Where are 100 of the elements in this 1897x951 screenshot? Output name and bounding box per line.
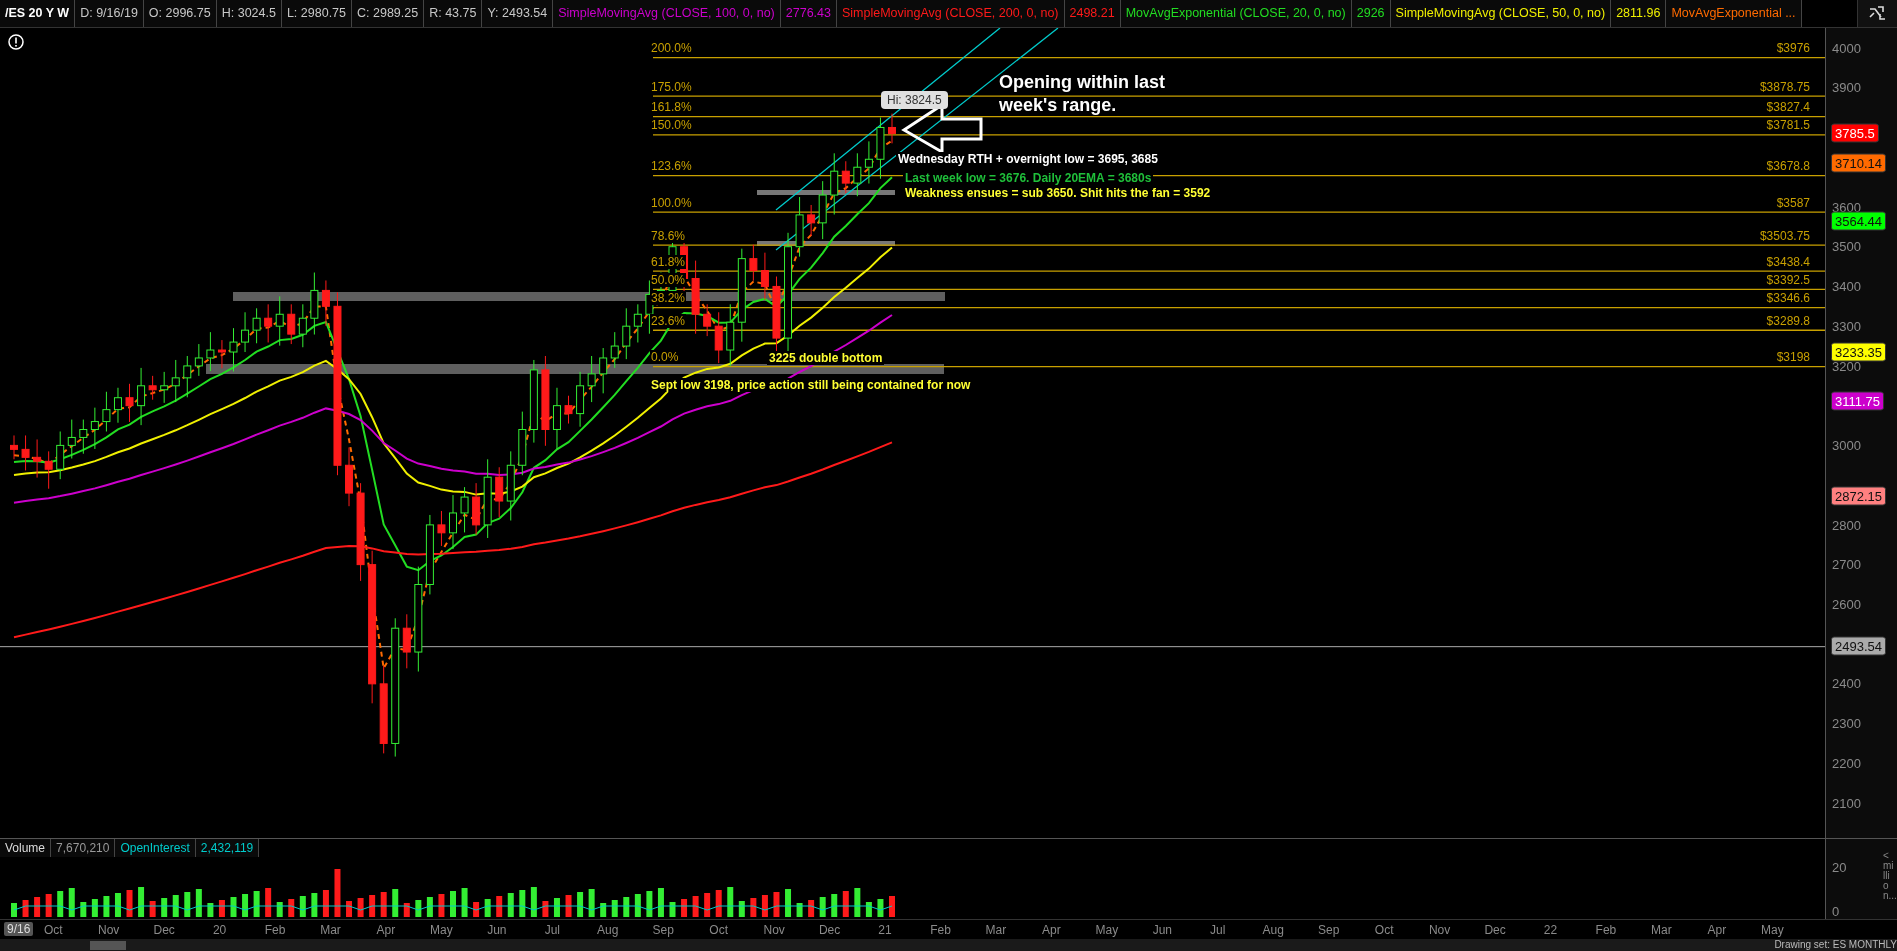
fib-price-label: $3827.4: [1766, 100, 1810, 115]
month-label: Nov: [1428, 922, 1451, 937]
price-tag: 3111.75: [1831, 391, 1885, 411]
volume-bar: [57, 890, 64, 917]
price-tick: 3300: [1832, 318, 1861, 334]
annotation-headline: Opening within last week's range.: [999, 70, 1166, 117]
volume-bar: [519, 889, 526, 917]
collapse-icon[interactable]: [1857, 0, 1897, 27]
symbol-label: /ES 20 Y W: [0, 0, 76, 27]
fib-percent-label: 61.8%: [650, 254, 687, 269]
fib-percent-label: 23.6%: [650, 313, 687, 328]
study-name: SimpleMovingAvg (CLOSE, 50, 0, no): [1390, 0, 1612, 27]
volume-value: 7,670,210: [51, 838, 116, 857]
ohlc-readout: C: 2989.25: [352, 0, 425, 27]
price-tick: 2200: [1832, 755, 1861, 771]
volume-bar: [450, 890, 456, 917]
drawing-set-label: Drawing set: ES MONTHLY: [1774, 938, 1897, 950]
volume-bar: [577, 891, 584, 917]
scroll-thumb[interactable]: [90, 940, 126, 950]
study-name: SimpleMovingAvg (CLOSE, 100, 0, no): [553, 0, 781, 27]
month-label: Sep: [652, 922, 674, 937]
volume-bar: [172, 894, 179, 917]
volume-bar: [461, 887, 468, 917]
volume-bar: [299, 895, 306, 917]
month-label: Oct: [709, 922, 728, 937]
fib-price-label: $3976: [1776, 41, 1810, 56]
high-price-bubble: Hi: 3824.5: [881, 90, 948, 109]
fib-price-label: $3587: [1776, 195, 1810, 210]
volume-bar: [322, 889, 329, 917]
ohlc-readout: O: 2996.75: [143, 0, 217, 27]
month-label: Jun: [1152, 922, 1172, 937]
fib-percent-label: 50.0%: [650, 273, 687, 288]
volume-bar: [288, 898, 295, 917]
volume-bar: [34, 896, 41, 917]
price-tag: 3564.44: [1831, 211, 1886, 231]
volume-bar: [311, 892, 318, 917]
study-value: 2776.43: [780, 0, 837, 27]
volume-bar: [415, 899, 422, 917]
month-label: Jul: [544, 922, 560, 937]
fib-price-label: $3878.75: [1759, 79, 1810, 94]
volume-bar: [218, 899, 225, 917]
volume-bar: [657, 887, 664, 917]
price-tick: 3900: [1832, 79, 1861, 95]
alert-icon[interactable]: [8, 33, 24, 50]
month-label: Jun: [487, 922, 507, 937]
fib-price-label: $3781.5: [1766, 118, 1810, 133]
month-label: 20: [212, 922, 227, 937]
volume-bar: [889, 895, 895, 917]
price-tick: 2700: [1832, 556, 1861, 572]
month-label: Feb: [930, 922, 951, 937]
volume-bar: [496, 895, 503, 917]
price-tick: 2300: [1832, 715, 1861, 731]
volume-bar: [715, 889, 722, 917]
annotation-note: Sept low 3198, price action still being contained for now: [649, 377, 973, 392]
volume-bar: [473, 901, 480, 917]
volume-label: Volume: [0, 838, 52, 857]
volume-bar: [45, 893, 52, 917]
volume-bar: [530, 886, 537, 917]
study-name: MovAvgExponential ...: [1666, 0, 1802, 27]
volume-bar: [634, 893, 641, 917]
price-tag: 2872.15: [1831, 486, 1886, 506]
volume-bar: [103, 895, 110, 917]
month-label: Mar: [985, 922, 1007, 937]
volume-bar: [484, 898, 491, 917]
month-label: May: [1761, 922, 1784, 937]
volume-bar: [253, 890, 260, 917]
ohlc-readout: Y: 2493.54: [482, 0, 554, 27]
price-tick: 3000: [1832, 437, 1861, 453]
volume-bar: [114, 892, 121, 917]
month-label: Dec: [818, 922, 841, 937]
volume-bar: [669, 901, 676, 917]
volume-bar: [357, 897, 364, 917]
fib-price-label: $3198: [1776, 350, 1810, 365]
fib-price-label: $3438.4: [1766, 254, 1810, 269]
volume-bar: [403, 902, 410, 917]
volume-bar: [265, 887, 272, 917]
volume-bar: [865, 901, 872, 917]
price-tick: 2600: [1832, 596, 1861, 612]
volume-bar: [611, 899, 618, 917]
annotation-note: 3225 double bottom: [767, 350, 885, 365]
volume-label: OpenInterest: [115, 838, 196, 857]
month-label: Oct: [1374, 922, 1394, 937]
volume-bar: [276, 901, 283, 917]
month-label: Aug: [1262, 922, 1284, 937]
volume-bar: [854, 887, 861, 917]
volume-bar: [727, 886, 734, 917]
ohlc-readout: R: 43.75: [424, 0, 483, 27]
volume-bar: [588, 888, 595, 917]
price-tick: 2400: [1832, 675, 1861, 691]
volume-bar: [369, 894, 376, 917]
volume-bar: [646, 890, 653, 917]
fib-price-label: $3289.8: [1766, 313, 1810, 328]
volume-bar: [785, 888, 792, 917]
fib-price-label: $3678.8: [1766, 159, 1810, 174]
volume-bar: [704, 892, 711, 917]
volume-bar: [184, 891, 191, 917]
volume-bar: [761, 894, 768, 917]
month-label: Apr: [1042, 922, 1061, 937]
month-label: Mar: [1651, 922, 1672, 937]
volume-bar: [195, 888, 202, 917]
